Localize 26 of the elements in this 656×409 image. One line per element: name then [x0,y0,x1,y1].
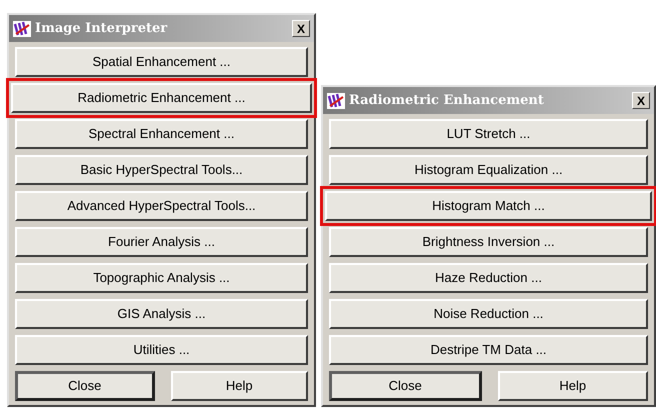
menu-button[interactable]: Utilities ... [15,335,308,365]
menu-button[interactable]: Histogram Match ... [325,191,652,221]
menu-button[interactable]: Haze Reduction ... [329,263,648,293]
default-dialog-button[interactable]: Close [329,371,482,401]
app-logo-icon [13,20,31,36]
dialog-button[interactable]: Help [498,371,648,401]
menu-button[interactable]: Advanced HyperSpectral Tools... [15,191,308,221]
title-x-button[interactable]: X [632,92,650,109]
dialog-button[interactable]: Help [170,371,308,401]
menu-button[interactable]: GIS Analysis ... [15,299,308,329]
menu-button[interactable]: Brightness Inversion ... [329,227,648,257]
window-title: Radiometric Enhancement [349,92,544,110]
menu-button[interactable]: Noise Reduction ... [329,299,648,329]
menu-button[interactable]: Radiometric Enhancement ... [11,83,312,113]
menu-button[interactable]: Destripe TM Data ... [329,335,648,365]
menu-button[interactable]: Histogram Equalization ... [329,155,648,185]
title-x-button[interactable]: X [292,20,310,37]
menu-button[interactable]: Fourier Analysis ... [15,227,308,257]
app-logo-icon [327,92,345,108]
menu-button[interactable]: Topographic Analysis ... [15,263,308,293]
menu-button[interactable]: LUT Stretch ... [329,119,648,149]
default-dialog-button[interactable]: Close [15,371,154,401]
menu-button[interactable]: Basic HyperSpectral Tools... [15,155,308,185]
window-title: Image Interpreter [35,20,168,38]
menu-button[interactable]: Spatial Enhancement ... [15,47,308,77]
menu-button[interactable]: Spectral Enhancement ... [15,119,308,149]
